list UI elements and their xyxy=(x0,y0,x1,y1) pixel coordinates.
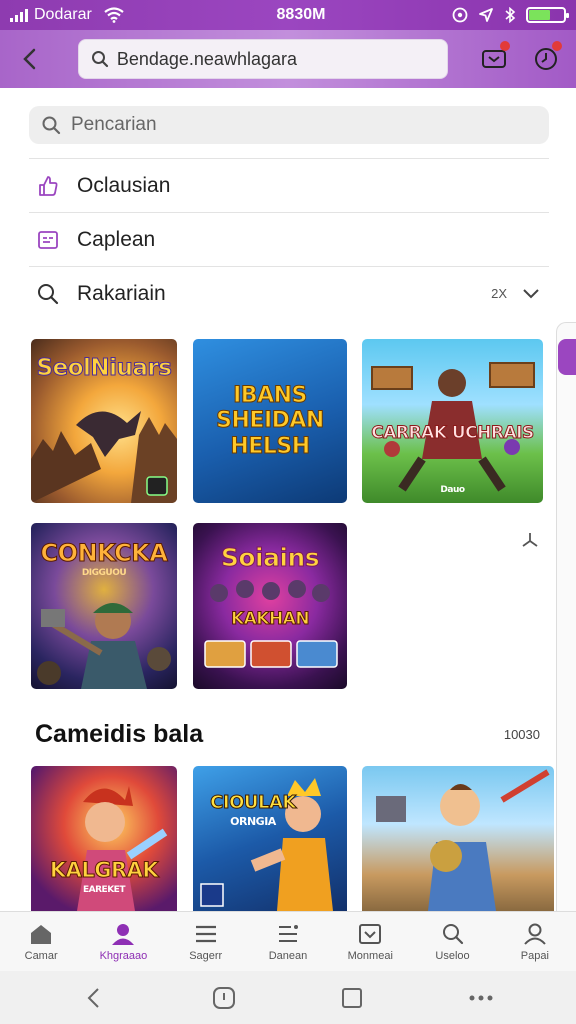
home-icon xyxy=(31,924,52,944)
more-options-icon[interactable] xyxy=(468,994,494,1002)
address-field[interactable]: Bendage.neawhlagara xyxy=(77,39,449,79)
chat-button[interactable] xyxy=(476,41,512,77)
collapse-icon[interactable] xyxy=(520,530,540,550)
search-icon xyxy=(442,923,463,944)
list-icon xyxy=(278,924,298,942)
nav-item-inbox[interactable]: Monmeai xyxy=(329,912,411,971)
search-icon xyxy=(35,281,61,307)
section-title: Cameidis bala xyxy=(35,720,204,748)
game-art xyxy=(376,769,550,911)
game-caption: EAREKET xyxy=(83,885,125,895)
nav-label: Khgraaao xyxy=(99,949,148,962)
system-home-icon[interactable] xyxy=(211,985,237,1011)
menu-icon xyxy=(195,925,216,942)
nav-label: Papai xyxy=(520,949,549,962)
nav-item-menu[interactable]: Sagerr xyxy=(165,912,247,971)
game-caption: ORNGIA xyxy=(230,815,276,828)
game-title: KALGRAK xyxy=(49,858,159,882)
nav-label: Sagerr xyxy=(189,949,223,962)
app-bar: Bendage.neawhlagara xyxy=(0,30,576,88)
search-input[interactable] xyxy=(71,114,511,136)
menu-item-oclausian[interactable]: Oclausian xyxy=(29,158,549,212)
nav-label: Danean xyxy=(268,949,308,962)
side-scrollbar[interactable] xyxy=(556,322,576,912)
game-title: CIOULAK xyxy=(210,792,297,813)
system-recents-icon[interactable] xyxy=(341,987,363,1009)
search-icon xyxy=(91,51,108,68)
nav-item-profile[interactable]: Papai xyxy=(494,912,576,971)
search-bar[interactable] xyxy=(29,106,549,144)
nav-item-account[interactable]: Khgraaao xyxy=(82,912,164,971)
nav-label: Camar xyxy=(24,949,58,962)
nav-label: Monmeai xyxy=(347,949,393,962)
history-button[interactable] xyxy=(528,41,564,77)
status-time: 8830M xyxy=(276,6,326,23)
game-title: SeolNiuars xyxy=(36,355,172,381)
scroll-thumb[interactable] xyxy=(558,339,576,375)
back-button[interactable] xyxy=(12,41,48,77)
menu-item-label: Oclausian xyxy=(77,173,171,197)
inbox-icon xyxy=(359,923,382,944)
battery-icon xyxy=(526,7,569,23)
location-icon xyxy=(479,8,493,22)
bluetooth-icon xyxy=(505,7,516,23)
notification-badge xyxy=(552,41,562,51)
system-back-icon[interactable] xyxy=(82,986,106,1010)
game-tile[interactable]: Soiains KAKHAN xyxy=(193,523,347,689)
game-tile[interactable]: IBANS SHEIDAN HELSH xyxy=(193,339,347,503)
game-tile[interactable]: CARRAK UCHRAIS Dauo xyxy=(362,339,543,503)
game-tile[interactable]: CONKCKA DIGGUOU xyxy=(31,523,177,689)
address-text: Bendage.neawhlagara xyxy=(116,48,297,69)
card-icon xyxy=(35,227,61,253)
menu-item-caplean[interactable]: Caplean xyxy=(29,212,549,266)
wifi-icon xyxy=(104,7,124,23)
chevron-down-icon[interactable] xyxy=(521,287,541,301)
game-title: CARRAK UCHRAIS xyxy=(371,423,535,443)
game-caption: KAKHAN xyxy=(230,609,310,629)
thumb-up-icon xyxy=(35,173,61,199)
game-title: Soiains xyxy=(220,543,320,572)
game-tile[interactable]: SeolNiuars xyxy=(31,339,177,503)
game-art xyxy=(200,778,333,911)
nav-label: Useloo xyxy=(435,949,470,962)
nav-item-list[interactable]: Danean xyxy=(247,912,329,971)
game-tile[interactable]: KALGRAK EAREKET xyxy=(31,766,177,911)
notification-badge xyxy=(500,41,511,51)
system-nav-bar xyxy=(0,971,576,1024)
person-icon xyxy=(112,923,135,945)
menu-item-rakariain[interactable]: Rakariain 2X xyxy=(29,266,549,320)
search-icon xyxy=(42,116,61,135)
game-caption: Dauo xyxy=(440,485,465,495)
data-saver-icon xyxy=(452,7,468,23)
game-tile[interactable] xyxy=(362,766,554,911)
game-tile[interactable]: CIOULAK ORNGIA xyxy=(193,766,347,911)
game-title: IBANS SHEIDAN HELSH xyxy=(216,383,325,460)
section-count: 10030 xyxy=(503,727,540,742)
game-title: CONKCKA xyxy=(40,539,168,567)
bottom-nav: Camar Khgraaao Sagerr Danean Monmeai Use… xyxy=(0,911,576,971)
signal-icon xyxy=(10,8,28,22)
game-art xyxy=(371,362,535,492)
nav-item-search[interactable]: Useloo xyxy=(411,912,493,971)
game-caption: DIGGUOU xyxy=(81,568,127,578)
back-icon xyxy=(23,48,36,70)
profile-icon xyxy=(524,923,546,945)
menu-item-label: Rakariain xyxy=(77,281,166,305)
status-bar: Dodarar 8830M xyxy=(0,0,576,30)
carrier-label: Dodarar xyxy=(34,6,92,23)
nav-item-home[interactable]: Camar xyxy=(0,912,82,971)
menu-item-count: 2X xyxy=(491,286,507,301)
menu-item-label: Caplean xyxy=(77,227,156,251)
